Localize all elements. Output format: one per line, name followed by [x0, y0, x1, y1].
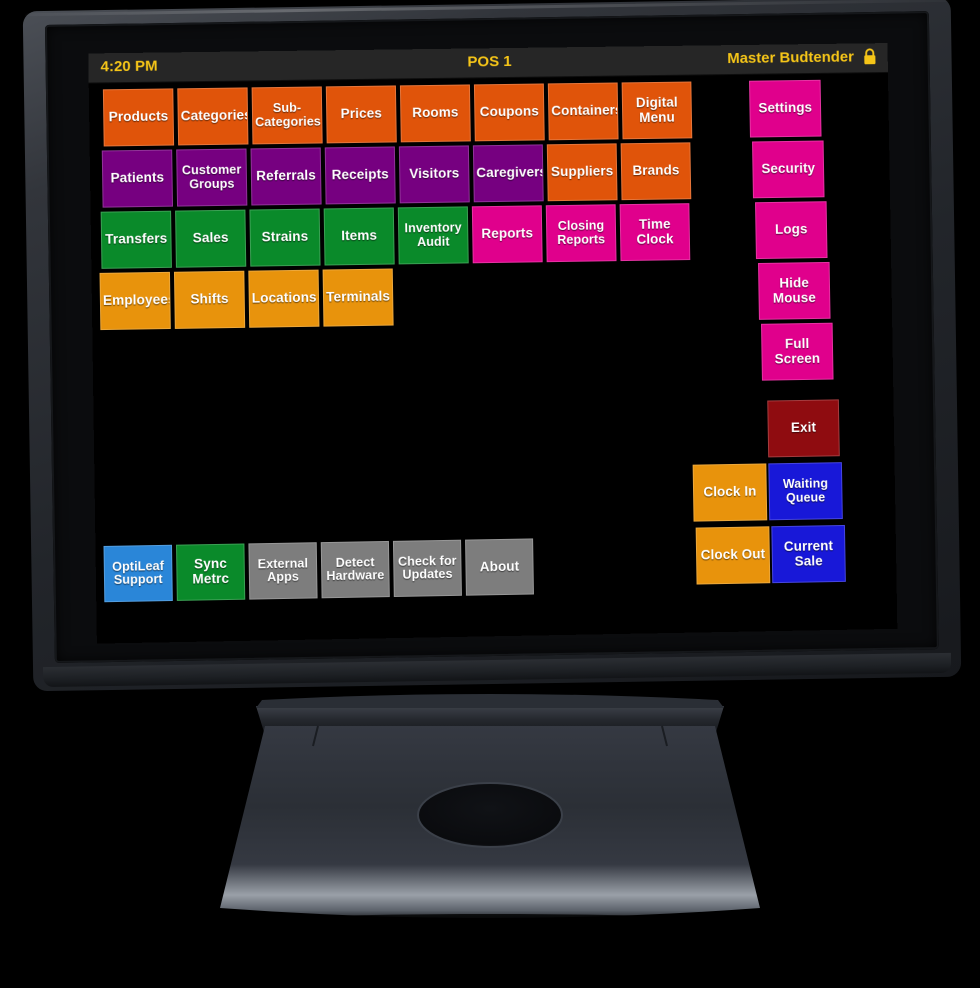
button-label: Sales — [192, 230, 229, 246]
grid-button-receipts[interactable]: Receipts — [324, 146, 396, 205]
button-label: Sync Metrc — [192, 556, 230, 587]
button-label: Coupons — [479, 103, 539, 120]
button-label: About — [479, 558, 520, 575]
button-label: Caregivers — [476, 164, 544, 181]
button-label: Prices — [340, 105, 383, 122]
button-label: Referrals — [256, 167, 316, 184]
button-label: Security — [761, 160, 816, 177]
button-label: Exit — [790, 419, 817, 436]
grid-button-containers[interactable]: Containers — [547, 82, 619, 141]
button-label: Logs — [774, 221, 808, 238]
button-label: Reports — [481, 225, 534, 242]
button-label: Settings — [758, 100, 813, 116]
lock-icon[interactable] — [862, 48, 878, 65]
grid-button-sales[interactable]: Sales — [175, 209, 247, 268]
grid-button-time-clock[interactable]: Time Clock — [619, 203, 691, 262]
sidebar-button-hide-mouse[interactable]: Hide Mouse — [758, 261, 831, 320]
button-label: Current Sale — [783, 538, 834, 569]
session-button-current-sale[interactable]: Current Sale — [771, 524, 846, 584]
grid-button-shifts[interactable]: Shifts — [173, 270, 246, 329]
button-label: Locations — [251, 289, 317, 306]
button-label: Shifts — [190, 291, 229, 307]
user-role: Master Budtender — [727, 48, 855, 68]
button-label: Strains — [261, 228, 309, 245]
grid-button-customer-groups[interactable]: Customer Groups — [176, 148, 248, 207]
button-label: Items — [341, 227, 378, 244]
footer-button-check-for-updates[interactable]: Check for Updates — [392, 539, 462, 598]
grid-button-items[interactable]: Items — [323, 207, 395, 266]
button-label: External Apps — [257, 555, 309, 585]
grid-button-categories[interactable]: Categories — [177, 87, 249, 146]
button-label: Waiting Queue — [782, 476, 829, 505]
grid-button-patients[interactable]: Patients — [101, 149, 174, 208]
footer-button-detect-hardware[interactable]: Detect Hardware — [320, 540, 390, 599]
button-label: Employees — [102, 292, 171, 309]
pos-screen: 4:20 PM POS 1 Master Budtender Products C… — [88, 43, 898, 644]
session-button-clock-in[interactable]: Clock In — [692, 463, 768, 522]
grid-button-inventory-audit[interactable]: Inventory Audit — [397, 206, 469, 265]
grid-button-employees[interactable]: Employees — [99, 271, 171, 331]
grid-button-sub-categories[interactable]: Sub-Categories — [251, 86, 323, 145]
button-label: Receipts — [331, 166, 389, 183]
footer-button-sync-metrc[interactable]: Sync Metrc — [176, 543, 246, 601]
button-label: Products — [108, 108, 169, 125]
button-label: Terminals — [326, 288, 391, 305]
grid-button-closing-reports[interactable]: Closing Reports — [545, 204, 617, 263]
button-label: Detect Hardware — [326, 554, 385, 584]
footer-button-about[interactable]: About — [465, 538, 534, 596]
grid-button-strains[interactable]: Strains — [249, 208, 321, 267]
session-button-clock-out[interactable]: Clock Out — [695, 526, 771, 585]
button-label: Rooms — [412, 104, 459, 121]
grid-button-transfers[interactable]: Transfers — [100, 210, 172, 269]
grid-button-rooms[interactable]: Rooms — [399, 84, 471, 143]
button-label: Brands — [632, 162, 680, 179]
grid-button-coupons[interactable]: Coupons — [473, 83, 545, 142]
button-label: Check for Updates — [397, 553, 457, 582]
session-button-waiting-queue[interactable]: Waiting Queue — [768, 462, 843, 521]
grid-button-visitors[interactable]: Visitors — [398, 145, 470, 204]
button-label: Inventory Audit — [404, 220, 462, 249]
grid-button-products[interactable]: Products — [102, 88, 175, 147]
button-label: Full Screen — [774, 335, 821, 366]
button-label: Sub-Categories — [255, 100, 322, 129]
button-label: Containers — [551, 102, 619, 119]
sidebar-button-settings[interactable]: Settings — [749, 79, 822, 138]
button-label: Digital Menu — [635, 94, 678, 125]
grid-button-suppliers[interactable]: Suppliers — [546, 143, 618, 202]
grid-button-digital-menu[interactable]: Digital Menu — [621, 81, 693, 140]
button-label: OptiLeaf Support — [112, 558, 165, 587]
monitor-stand — [200, 694, 780, 938]
grid-button-brands[interactable]: Brands — [620, 142, 692, 201]
footer-button-optileaf-support[interactable]: OptiLeaf Support — [103, 544, 173, 603]
grid-button-terminals[interactable]: Terminals — [322, 268, 394, 327]
sidebar-button-full-screen[interactable]: Full Screen — [761, 322, 834, 381]
session-button-exit[interactable]: Exit — [767, 399, 840, 458]
button-label: Visitors — [409, 165, 460, 182]
sidebar-button-logs[interactable]: Logs — [755, 201, 828, 260]
button-label: Hide Mouse — [772, 275, 817, 306]
grid-button-prices[interactable]: Prices — [325, 85, 397, 144]
button-label: Clock In — [703, 483, 757, 500]
button-label: Customer Groups — [181, 162, 242, 191]
grid-button-locations[interactable]: Locations — [248, 269, 320, 328]
button-label: Transfers — [105, 230, 168, 247]
grid-button-caregivers[interactable]: Caregivers — [472, 144, 544, 203]
button-label: Suppliers — [550, 163, 614, 180]
button-label: Closing Reports — [557, 218, 606, 247]
button-label: Clock Out — [700, 546, 766, 563]
grid-button-referrals[interactable]: Referrals — [250, 147, 322, 206]
button-label: Patients — [110, 169, 165, 186]
monitor-unit: 4:20 PM POS 1 Master Budtender Products C… — [22, 0, 962, 692]
sidebar-button-security[interactable]: Security — [752, 140, 825, 199]
grid-button-reports[interactable]: Reports — [471, 205, 543, 264]
button-label: Categories — [180, 107, 249, 124]
button-label: Time Clock — [636, 216, 674, 247]
pos-terminal-photo: 4:20 PM POS 1 Master Budtender Products C… — [0, 0, 980, 988]
footer-button-external-apps[interactable]: External Apps — [248, 542, 318, 600]
